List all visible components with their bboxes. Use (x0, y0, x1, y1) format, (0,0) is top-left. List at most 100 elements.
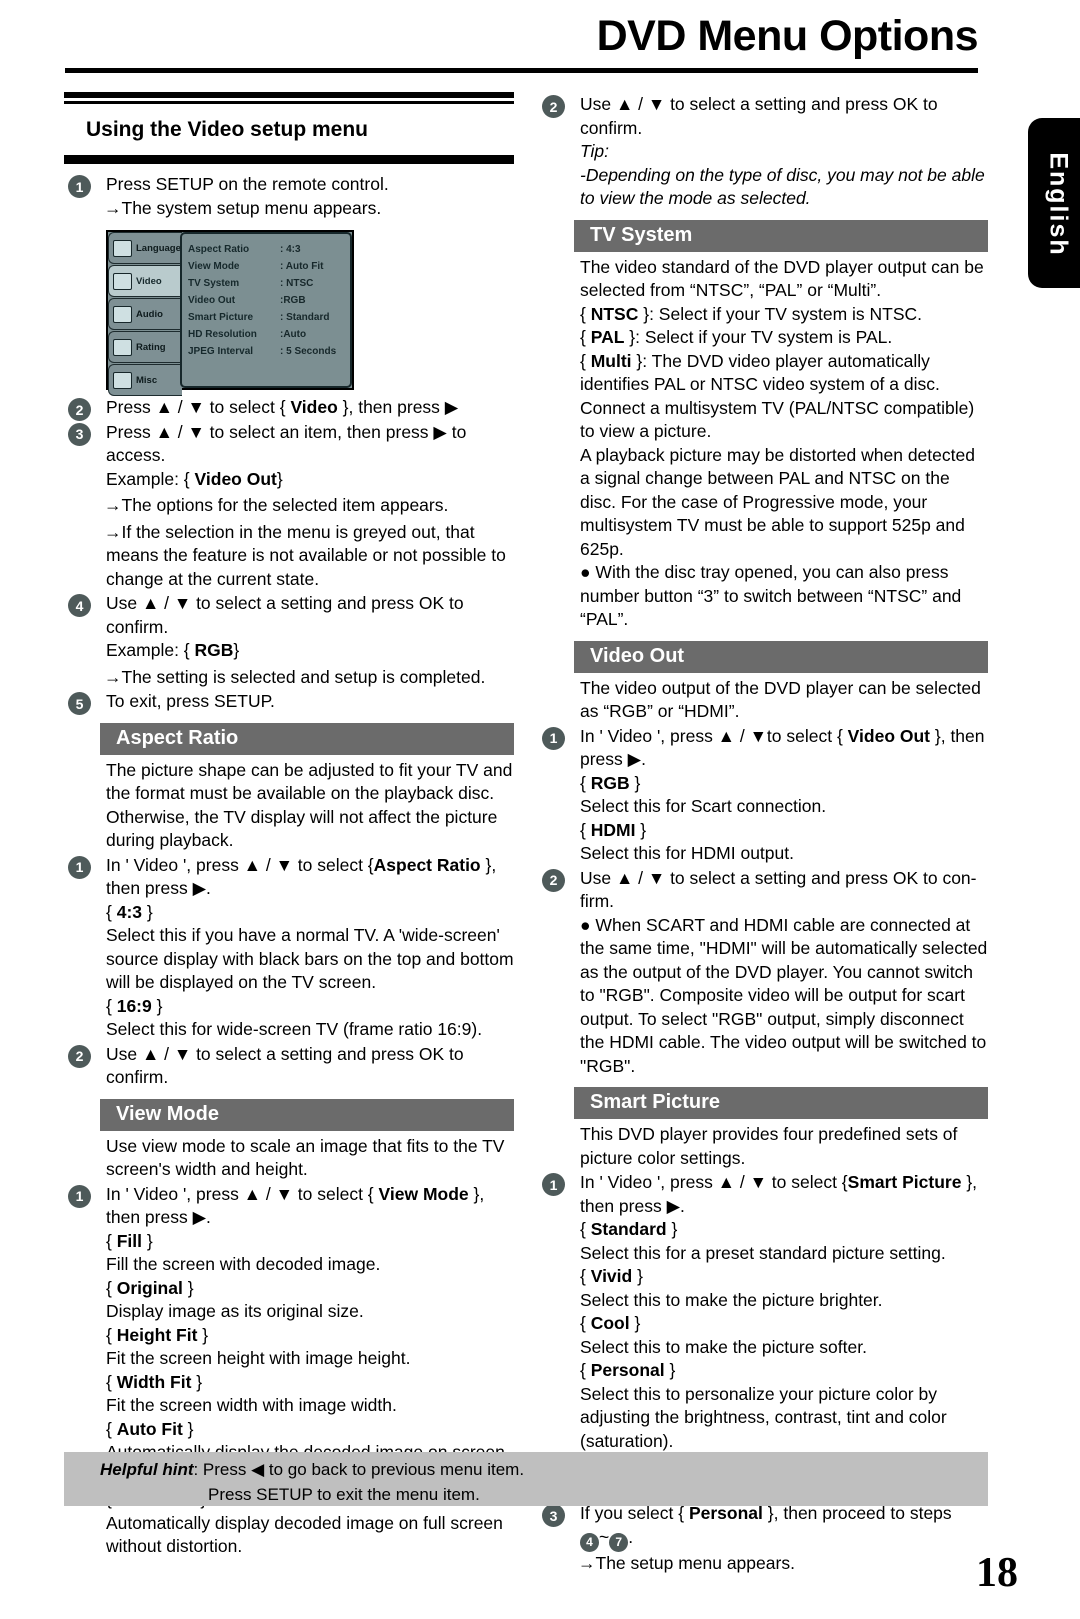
step-5: 5 To exit, press SETUP. (64, 690, 514, 715)
note-setup-menu-appears: →The system setup menu appears. (104, 197, 382, 218)
globe-icon (113, 239, 132, 257)
document-icon (113, 371, 132, 389)
option-desc: : Select if your TV system is NTSC. (649, 303, 923, 324)
osd-screenshot: Language Video Audio Rating Misc Aspect … (106, 230, 354, 396)
note-options-appear: →The options for the selected item appea… (104, 495, 449, 515)
helpful-hint-line-1: Helpful hint: Press ◀ to go back to prev… (100, 1457, 988, 1482)
aspect-ratio-step-1: 1 In ' Video ', press ▲ / ▼ to select {A… (64, 854, 514, 901)
step-number: 2 (68, 398, 91, 421)
option-name: PAL (590, 327, 625, 347)
tv-system-bullet: ● With the disc tray opened, you can als… (580, 562, 962, 629)
step-number: 1 (542, 726, 565, 750)
right-column: 2 Use ▲ / ▼ to select a setting and pres… (538, 92, 988, 1575)
osd-row-value: :Auto (280, 329, 307, 340)
note-setting-selected: →The setting is selected and setup is co… (104, 666, 486, 687)
step-text: Use ▲ / ▼ to select a setting and press … (106, 1043, 464, 1088)
banner-view-mode: View Mode (100, 1098, 514, 1131)
banner-tv-system: TV System (574, 219, 988, 252)
option-cool: { Cool } (580, 1313, 641, 1333)
language-tab-label: English (1044, 152, 1073, 257)
osd-row-value: : NTSC (280, 278, 314, 289)
step-text: Use ▲ / ▼ to select a setting and press … (580, 867, 977, 912)
step-text: To exit, press SETUP. (106, 691, 275, 711)
step-text: Press ▲ / ▼ to select an item, then pres… (106, 421, 467, 466)
option-standard-desc: Select this for a preset standard pictur… (580, 1242, 946, 1263)
helpful-hint-label: Helpful hint (100, 1460, 194, 1479)
option-auto-fit: { Auto Fit } (106, 1418, 194, 1439)
osd-row: Video Out :RGB (188, 292, 350, 309)
smart-picture-intro: This DVD player provides four predefined… (580, 1124, 958, 1168)
option-fill: { Fill } (106, 1230, 153, 1251)
option-name: 16:9 (116, 995, 152, 1016)
osd-row-key: Aspect Ratio (188, 244, 250, 255)
option-desc: : The DVD video player automatically ide… (580, 350, 975, 442)
menu-ref: Smart Picture (847, 1172, 962, 1192)
option-name: Auto Fit (116, 1418, 183, 1439)
option-width-fit: { Width Fit } (106, 1371, 203, 1392)
option-original: { Original } (106, 1277, 194, 1298)
tip-label: Tip: (580, 141, 610, 161)
step-text-pre: In ' Video ', press ▲ / ▼to select { (580, 725, 843, 746)
step-number: 3 (542, 1504, 565, 1527)
tip-text: -Depending on the type of disc, you may … (580, 164, 985, 209)
option-name: Width Fit (116, 1371, 192, 1392)
option-original-desc: Display image as its original size. (106, 1301, 364, 1321)
option-name: HDMI (590, 819, 636, 840)
left-column: Using the Video setup menu 1 Press SETUP… (64, 92, 514, 1559)
option-43: { 4:3 } (106, 901, 153, 922)
step-ref-from: 4 (580, 1532, 599, 1552)
step-number: 1 (68, 1184, 91, 1208)
speaker-icon (113, 305, 132, 323)
step-number: 2 (68, 1044, 91, 1068)
step-number: 5 (68, 692, 91, 715)
osd-row-key: View Mode (188, 261, 240, 272)
option-43-desc: Select this if you have a normal TV. A '… (106, 925, 514, 992)
step-text: Use ▲ / ▼ to select a setting and press … (106, 593, 464, 637)
option-rgb-desc: Select this for Scart connection. (580, 796, 827, 816)
option-cool-desc: Select this to make the picture softer. (580, 1336, 867, 1357)
section-rule-bottom-thick (64, 158, 514, 164)
example-label: Example: { (106, 468, 190, 489)
option-name: 4:3 (116, 901, 143, 922)
helpful-hint: Helpful hint: Press ◀ to go back to prev… (64, 1452, 988, 1506)
banner-aspect-ratio: Aspect Ratio (100, 722, 514, 755)
option-name: RGB (590, 772, 630, 793)
video-out-bullet: ● When SCART and HDMI cable are connecte… (580, 914, 988, 1076)
osd-row-key: TV System (188, 278, 240, 289)
osd-row-value: : 5 Seconds (280, 346, 337, 357)
osd-tab-label: Misc (136, 374, 158, 386)
option-name: Original (116, 1277, 183, 1298)
video-out-step-2: 2 Use ▲ / ▼ to select a setting and pres… (538, 867, 988, 914)
step-number: 1 (542, 1173, 565, 1196)
option-desc: : Select if your TV system is PAL. (635, 327, 893, 347)
option-fill-desc: Fill the screen with decoded image. (106, 1254, 381, 1274)
osd-tab-video: Video (108, 265, 182, 297)
aspect-ratio-intro: The picture shape can be adjusted to fit… (106, 759, 513, 851)
section-rule-top-thick (64, 92, 514, 98)
option-rgb: { RGB } (580, 772, 641, 793)
option-multi: { Multi }: The DVD video player automati… (580, 350, 975, 442)
manual-page: DVD Menu Options English Using the Video… (0, 0, 1080, 1619)
option-169-desc: Select this for wide-screen TV (frame ra… (106, 1019, 483, 1039)
example-rgb: Example: { RGB} (106, 640, 240, 660)
option-169: { 16:9 } (106, 995, 163, 1016)
helpful-hint-line-2: Press SETUP to exit the menu item. (208, 1485, 480, 1504)
step-3: 3 Press ▲ / ▼ to select an item, then pr… (64, 421, 514, 468)
step-text-pre: In ' Video ', press ▲ / ▼ to select { (106, 854, 374, 875)
option-name: Standard (590, 1219, 667, 1239)
video-out-intro: The video output of the DVD player can b… (580, 677, 981, 722)
option-name: Fill (116, 1230, 142, 1251)
banner-smart-picture: Smart Picture (574, 1087, 988, 1119)
option-name: Multi (590, 350, 632, 371)
step-number: 4 (68, 594, 91, 617)
option-name: Height Fit (116, 1324, 198, 1345)
option-name: Cool (590, 1313, 630, 1333)
step-ref-sep: ~ (599, 1526, 610, 1547)
step-4: 4 Use ▲ / ▼ to select a setting and pres… (64, 592, 514, 639)
smart-picture-step-1: 1 In ' Video ', press ▲ / ▼ to select {S… (538, 1171, 988, 1218)
option-hdmi-desc: Select this for HDMI output. (580, 843, 794, 863)
step-number: 1 (68, 175, 91, 198)
example-label: Example: { (106, 640, 190, 660)
step-2: 2 Press ▲ / ▼ to select { Video }, then … (64, 396, 514, 421)
step-text: Press SETUP on the remote control. (106, 174, 389, 194)
